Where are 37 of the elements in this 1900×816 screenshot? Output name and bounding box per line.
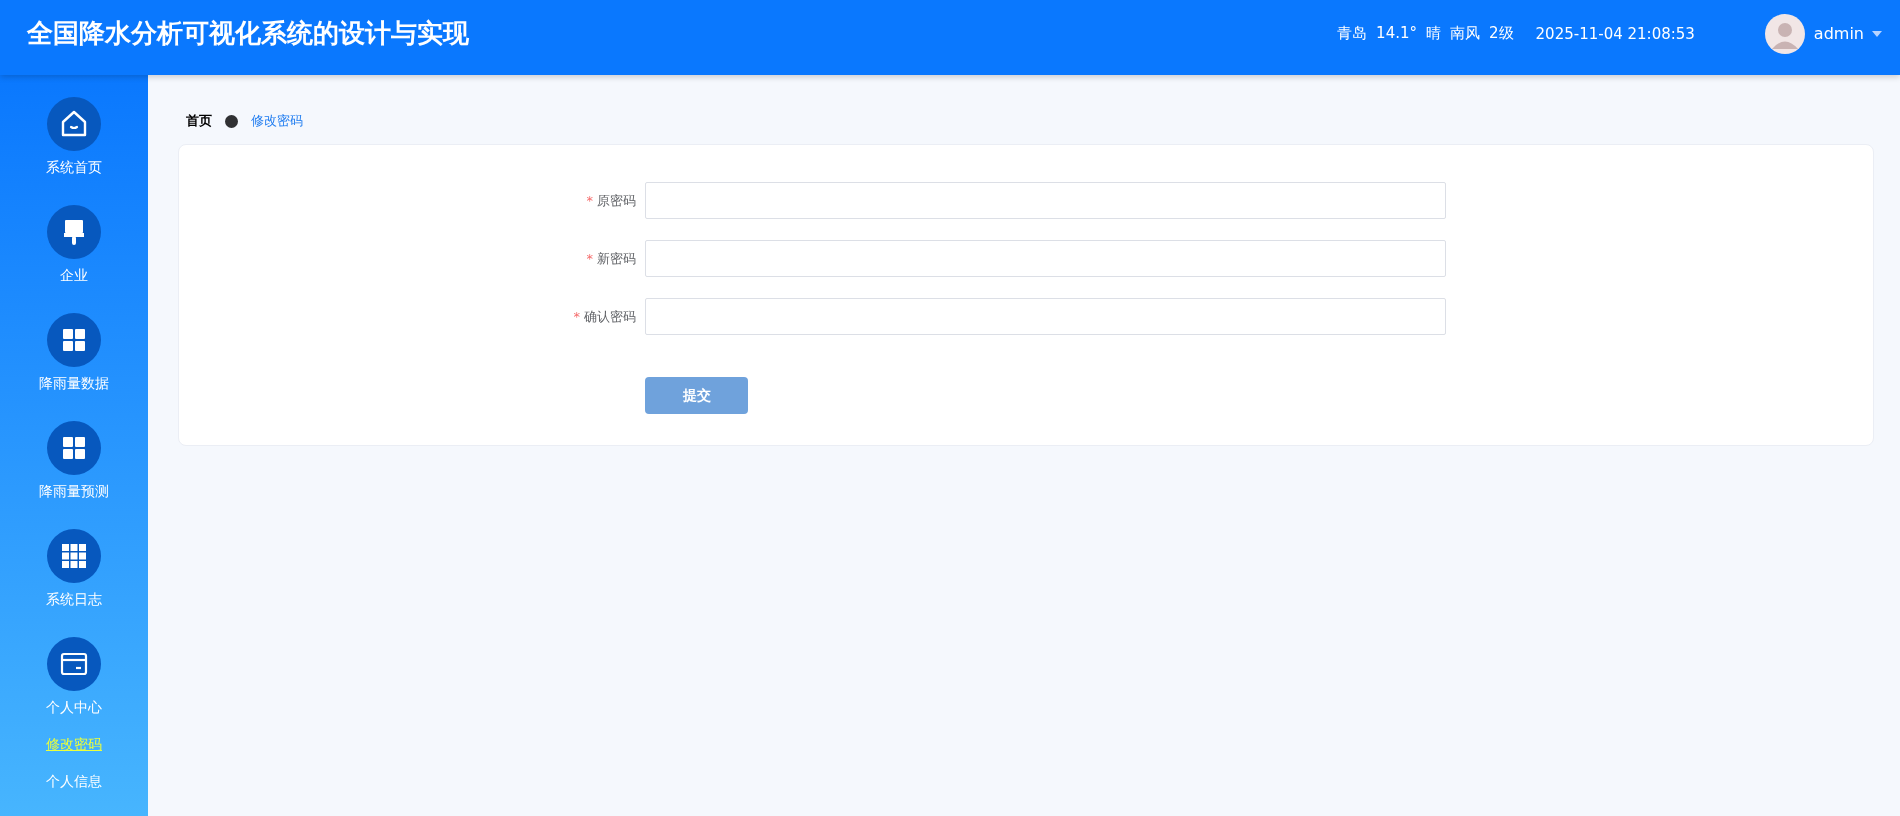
nav-icon-circle[interactable] bbox=[47, 205, 101, 259]
weather-text: 南风 bbox=[1450, 24, 1480, 43]
password-field[interactable] bbox=[645, 182, 1446, 219]
nav-item[interactable]: 系统日志 bbox=[46, 591, 102, 609]
field-label: 确认密码 bbox=[584, 308, 636, 324]
avatar-icon[interactable] bbox=[1764, 13, 1805, 54]
nav-icon-circle[interactable] bbox=[47, 421, 101, 475]
required-asterisk: * bbox=[586, 250, 593, 266]
nav-icon-circle[interactable] bbox=[47, 313, 101, 367]
breadcrumb-link[interactable]: 修改密码 bbox=[243, 112, 311, 130]
nav-icon-circle[interactable] bbox=[47, 97, 101, 151]
required-asterisk: * bbox=[573, 308, 580, 324]
user-name[interactable]: admin bbox=[1813, 24, 1864, 43]
password-field[interactable] bbox=[645, 298, 1446, 335]
weather-text: 晴 bbox=[1426, 24, 1441, 43]
caret-icon[interactable] bbox=[1872, 30, 1882, 37]
weather-text: 2级 bbox=[1489, 24, 1514, 43]
nav-subitem[interactable]: 修改密码 bbox=[46, 736, 102, 754]
field-label: 新密码 bbox=[597, 250, 636, 266]
nav-item[interactable]: 个人中心 bbox=[46, 699, 102, 717]
breadcrumb-link[interactable]: 首页 bbox=[178, 112, 220, 130]
nav-subitem[interactable]: 个人信息 bbox=[46, 773, 102, 791]
nav-icon-circle[interactable] bbox=[47, 529, 101, 583]
date-time: 2025-11-04 21:08:53 bbox=[1535, 24, 1695, 43]
nav-icon-circle[interactable] bbox=[47, 637, 101, 691]
submit-button[interactable]: 提交 bbox=[645, 377, 748, 414]
weather-text: 14.1° bbox=[1376, 24, 1417, 43]
field-label: 原密码 bbox=[597, 192, 636, 208]
nav-item[interactable]: 企业 bbox=[60, 267, 88, 285]
nav-item[interactable]: 降雨量数据 bbox=[39, 375, 109, 393]
required-asterisk: * bbox=[586, 192, 593, 208]
app-title: 全国降水分析可视化系统的设计与实现 bbox=[27, 17, 469, 50]
separator-dot bbox=[225, 114, 238, 128]
weather-text: 青岛 bbox=[1337, 24, 1368, 43]
password-field[interactable] bbox=[645, 240, 1446, 277]
nav-item[interactable]: 降雨量预测 bbox=[39, 483, 109, 501]
nav-item[interactable]: 系统首页 bbox=[46, 159, 102, 177]
